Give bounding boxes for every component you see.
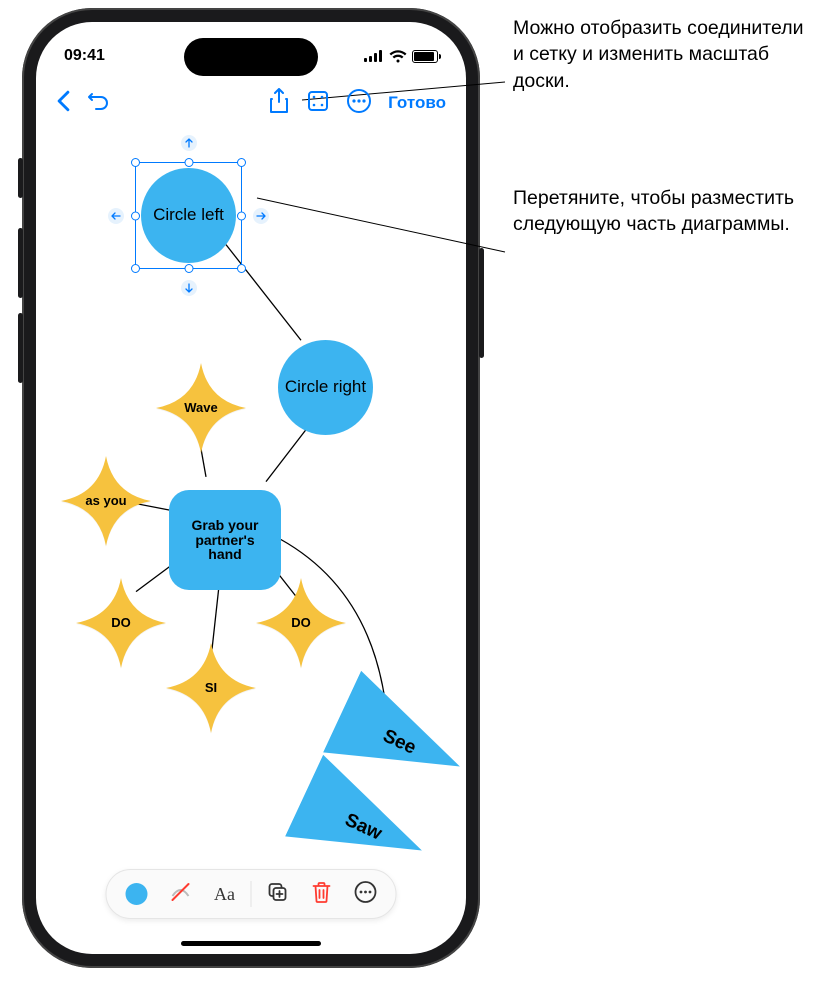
connector-handle-left[interactable]	[108, 208, 124, 224]
shape-label: Grab your partner's hand	[177, 518, 273, 562]
share-icon	[268, 88, 290, 119]
shape-rounded-square[interactable]: Grab your partner's hand	[169, 490, 281, 590]
silent-switch[interactable]	[18, 158, 23, 198]
callout-board-options: Можно отобразить соединители и сетку и и…	[513, 15, 813, 94]
undo-button[interactable]	[79, 90, 119, 117]
back-icon	[56, 90, 71, 117]
fill-color-icon	[126, 883, 148, 905]
formatting-bar: Aa	[106, 869, 397, 919]
home-indicator[interactable]	[181, 941, 321, 946]
volume-down-button[interactable]	[18, 313, 23, 383]
shape-label: DO	[256, 616, 346, 630]
shape-star-wave[interactable]: Wave	[156, 363, 246, 453]
more-button[interactable]	[338, 88, 380, 119]
top-toolbar: Готово	[36, 78, 466, 128]
text-format-icon: Aa	[214, 884, 235, 905]
duplicate-button[interactable]	[258, 876, 298, 912]
divider	[251, 881, 252, 907]
board-options-button[interactable]	[298, 89, 338, 118]
shape-label: Wave	[156, 401, 246, 415]
format-more-button[interactable]	[346, 876, 386, 912]
connector-handle-top[interactable]	[181, 135, 197, 151]
shape-star-asyou[interactable]: as you	[61, 456, 151, 546]
undo-icon	[87, 90, 111, 117]
shape-star-do-left[interactable]: DO	[76, 578, 166, 668]
no-line-icon	[169, 880, 193, 909]
delete-button[interactable]	[302, 876, 342, 912]
delete-icon	[312, 881, 332, 908]
power-button[interactable]	[479, 248, 484, 358]
board-options-icon	[306, 89, 330, 118]
text-format-button[interactable]: Aa	[205, 876, 245, 912]
no-stroke-button[interactable]	[161, 876, 201, 912]
canvas[interactable]: Circle left Circle right	[36, 128, 466, 864]
resize-handle-right-mid[interactable]	[237, 211, 246, 220]
callout-drag-handle: Перетяните, чтобы разместить следующую ч…	[513, 185, 813, 238]
shape-star-si[interactable]: SI	[166, 643, 256, 733]
overflow-icon	[354, 880, 378, 909]
resize-handle-top-mid[interactable]	[184, 158, 193, 167]
connector-handle-right[interactable]	[253, 208, 269, 224]
connector-handle-bottom[interactable]	[181, 280, 197, 296]
phone-screen: 09:41	[36, 22, 466, 954]
shape-circle-left[interactable]: Circle left	[141, 168, 236, 263]
back-button[interactable]	[48, 90, 79, 117]
cellular-signal-icon	[364, 50, 384, 62]
resize-handle-left-mid[interactable]	[131, 211, 140, 220]
shape-label: DO	[76, 616, 166, 630]
phone-frame: 09:41	[22, 8, 480, 968]
resize-handle-bottom-left[interactable]	[131, 264, 140, 273]
resize-handle-top-left[interactable]	[131, 158, 140, 167]
shape-label: SI	[166, 681, 256, 695]
status-time: 09:41	[64, 47, 105, 65]
done-button[interactable]: Готово	[380, 93, 454, 113]
resize-handle-bottom-mid[interactable]	[184, 264, 193, 273]
dynamic-island	[184, 38, 318, 76]
shape-circle-right[interactable]: Circle right	[278, 340, 373, 435]
fill-color-button[interactable]	[117, 876, 157, 912]
share-button[interactable]	[260, 88, 298, 119]
battery-icon	[412, 50, 438, 63]
resize-handle-bottom-right[interactable]	[237, 264, 246, 273]
wifi-icon	[389, 50, 407, 63]
more-icon	[346, 88, 372, 119]
shape-label: as you	[61, 494, 151, 508]
shape-star-do-right[interactable]: DO	[256, 578, 346, 668]
copy-icon	[267, 881, 289, 908]
resize-handle-top-right[interactable]	[237, 158, 246, 167]
volume-up-button[interactable]	[18, 228, 23, 298]
